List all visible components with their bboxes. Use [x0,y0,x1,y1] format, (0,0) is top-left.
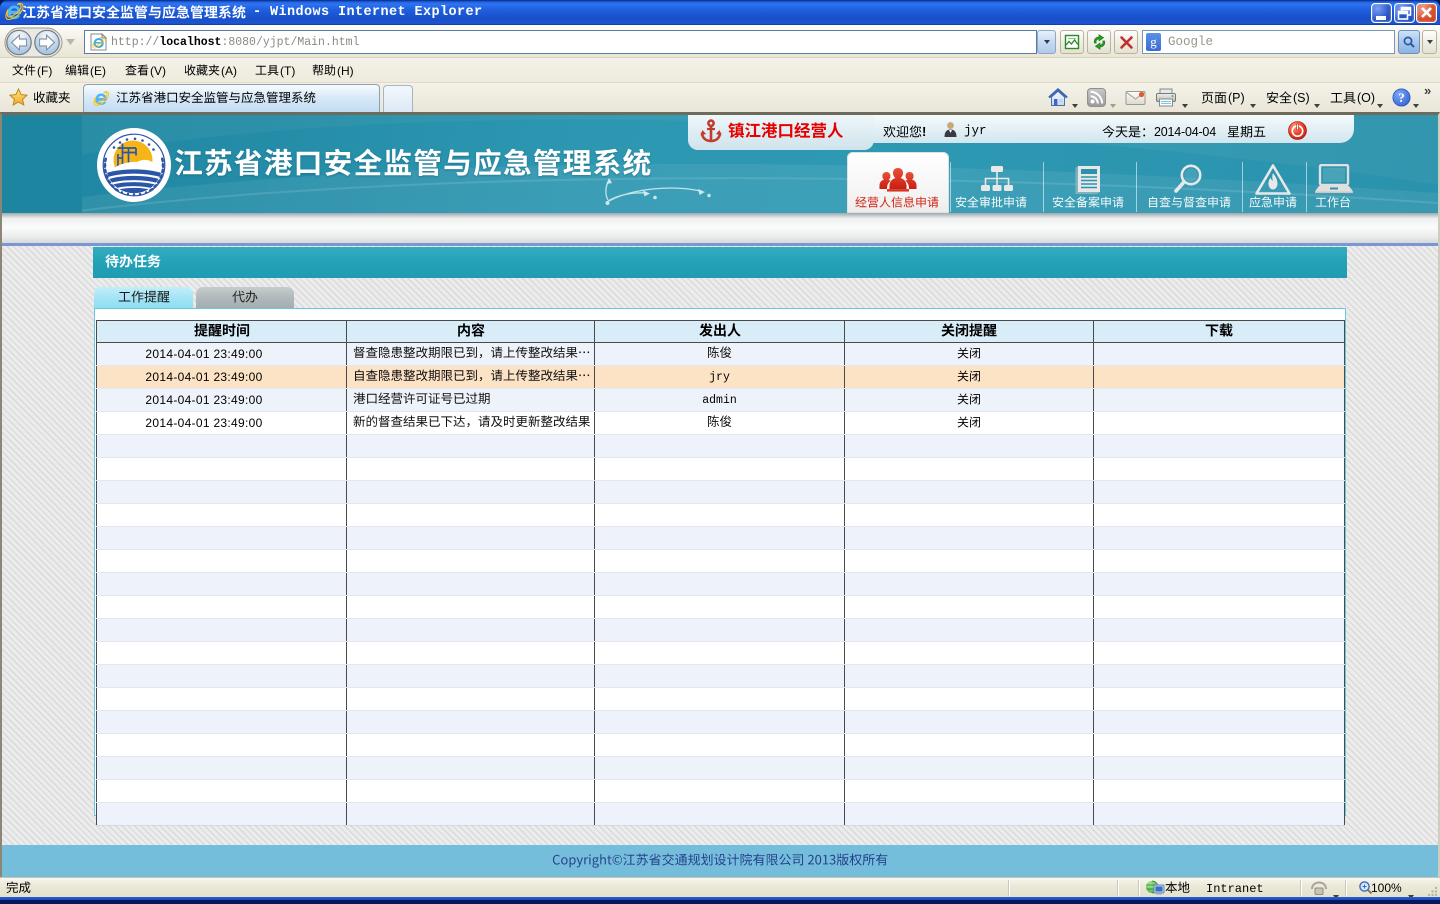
svg-text:?: ? [1398,90,1405,105]
